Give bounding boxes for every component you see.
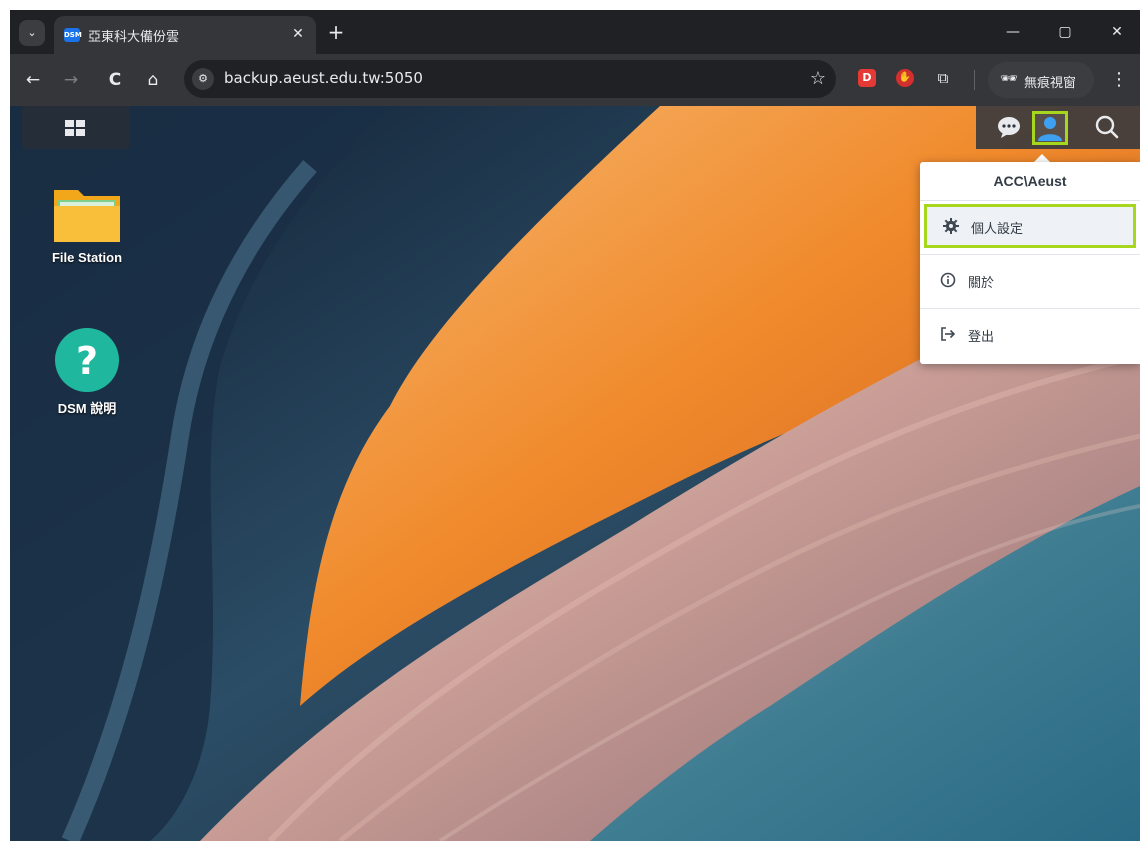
dropdown-caret (1034, 154, 1050, 162)
browser-window: ⌄ DSM 亞東科大備份雲 ✕ + — ▢ ✕ ← → C ⌂ ⚙ backup… (10, 10, 1140, 841)
browser-toolbar: ← → C ⌂ ⚙ backup.aeust.edu.tw:5050 ☆ D ✋… (10, 54, 1140, 106)
ext-red-hand-icon[interactable]: ✋ (896, 69, 914, 87)
desktop-icon-file-station[interactable]: File Station (32, 184, 142, 265)
minimize-button[interactable]: — (991, 18, 1035, 46)
site-info-icon[interactable]: ⚙ (192, 68, 214, 90)
extensions-puzzle-icon[interactable]: ⧉ (934, 69, 952, 87)
gear-icon (943, 218, 959, 234)
reload-button[interactable]: C (102, 67, 128, 93)
notification-chat-icon[interactable] (994, 112, 1024, 142)
menu-item-logout[interactable]: 登出 (920, 312, 1140, 358)
info-icon (940, 272, 956, 288)
close-window-button[interactable]: ✕ (1095, 18, 1139, 46)
user-icon (1038, 117, 1062, 141)
home-button[interactable]: ⌂ (140, 67, 166, 93)
user-button[interactable] (1032, 111, 1068, 145)
menu-item-about[interactable]: 關於 (920, 258, 1140, 304)
ext-red-square-icon[interactable]: D (858, 69, 876, 87)
bookmark-star-icon[interactable]: ☆ (810, 68, 826, 90)
menu-divider (920, 308, 1140, 309)
tab-title: 亞東科大備份雲 (88, 30, 180, 45)
forward-button[interactable]: → (58, 67, 84, 93)
tab-close-icon[interactable]: ✕ (288, 24, 308, 44)
main-menu-button[interactable] (22, 106, 129, 149)
tab-strip: ⌄ DSM 亞東科大備份雲 ✕ + — ▢ ✕ (10, 10, 1140, 54)
desktop-icon-label: DSM 說明 (57, 401, 117, 416)
new-tab-button[interactable]: + (324, 20, 348, 44)
incognito-icon: 🕶 (1000, 71, 1018, 87)
folder-icon (54, 190, 120, 242)
user-dropdown-menu: ACC\Aeust 個人設定 關於 登出 (920, 162, 1140, 364)
url-text[interactable]: backup.aeust.edu.tw:5050 (224, 69, 423, 87)
main-menu-grid-icon (65, 120, 85, 136)
address-bar[interactable]: ⚙ backup.aeust.edu.tw:5050 ☆ (184, 60, 836, 98)
toolbar-divider (974, 70, 975, 90)
incognito-label: 無痕視窗 (1024, 76, 1077, 91)
maximize-button[interactable]: ▢ (1043, 18, 1087, 46)
browser-tab[interactable]: DSM 亞東科大備份雲 ✕ (54, 16, 316, 54)
desktop-icon-label: File Station (51, 250, 123, 265)
menu-item-label: 關於 (968, 276, 995, 291)
menu-item-personal-settings[interactable]: 個人設定 (924, 204, 1136, 248)
help-icon: ? (55, 328, 119, 392)
menu-divider (920, 254, 1140, 255)
logout-icon (941, 327, 956, 341)
user-account-name: ACC\Aeust (993, 173, 1067, 189)
dsm-desktop: File Station ? DSM 說明 ACC\Aeust 個人設定 關於 … (10, 106, 1140, 841)
menu-item-label: 登出 (968, 330, 995, 345)
menu-divider (920, 200, 1140, 201)
back-button[interactable]: ← (20, 67, 46, 93)
desktop-icon-dsm-help[interactable]: ? DSM 說明 (32, 326, 142, 417)
browser-menu-button[interactable]: ⋮ (1110, 67, 1128, 93)
tab-search-button[interactable]: ⌄ (19, 20, 45, 46)
svg-text:?: ? (76, 339, 98, 383)
dsm-favicon-icon: DSM (64, 28, 82, 42)
menu-item-label: 個人設定 (971, 222, 1024, 237)
search-icon[interactable] (1092, 112, 1122, 142)
incognito-indicator[interactable]: 🕶 無痕視窗 (988, 62, 1094, 98)
